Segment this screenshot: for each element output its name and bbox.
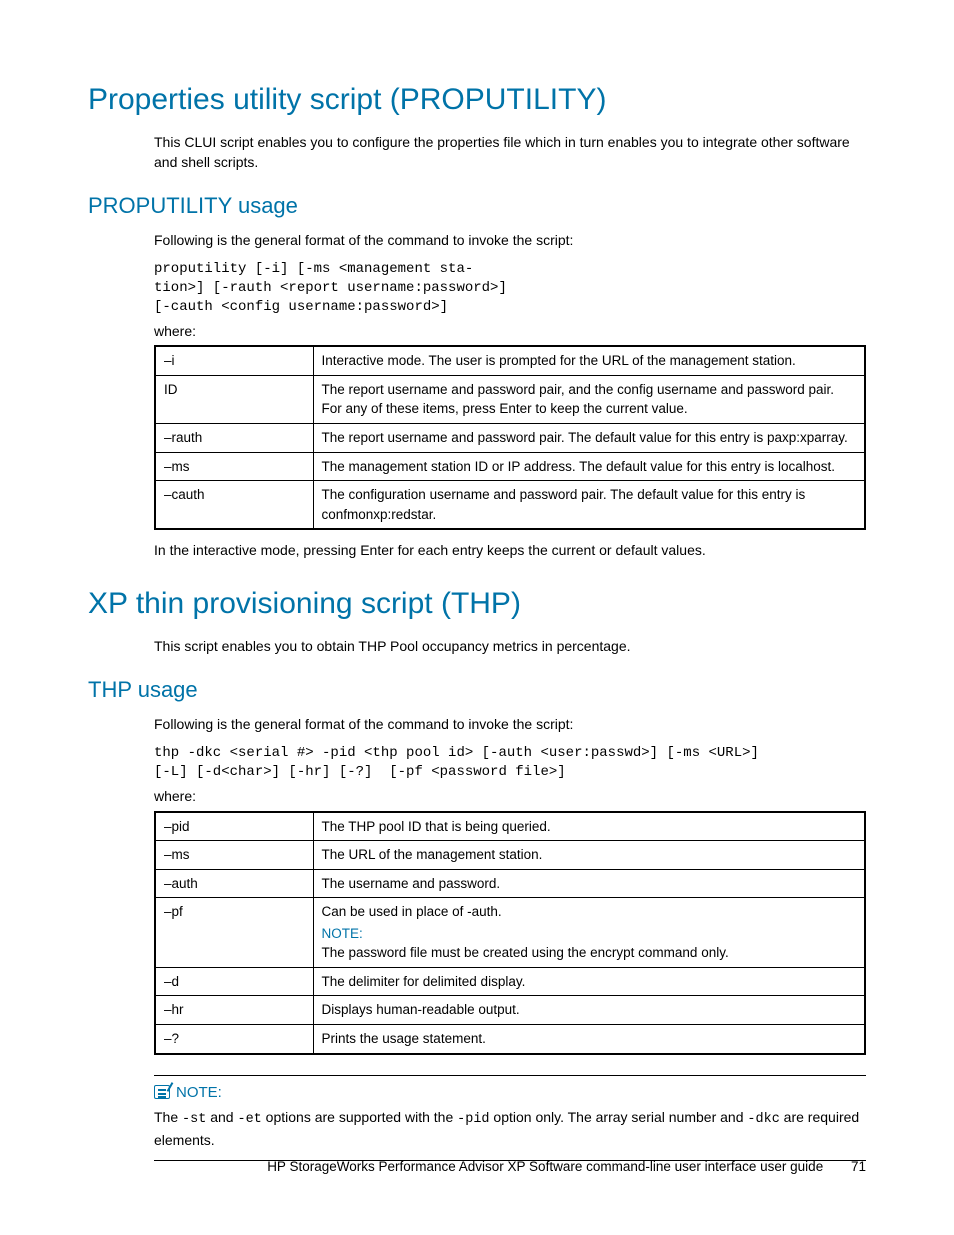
table-row: –pidThe THP pool ID that is being querie…	[155, 812, 865, 841]
section-heading-thp: XP thin provisioning script (THP)	[88, 582, 866, 626]
note-body: The -st and -et options are supported wi…	[154, 1107, 866, 1150]
table-row: –msThe management station ID or IP addre…	[155, 452, 865, 481]
page-number: 71	[851, 1159, 866, 1174]
inline-note-head: NOTE:	[322, 924, 857, 944]
thp-code-block: thp -dkc <serial #> -pid <thp pool id> […	[154, 744, 866, 782]
code-et: -et	[237, 1112, 261, 1127]
page-footer: HP StorageWorks Performance Advisor XP S…	[267, 1157, 866, 1177]
table-row: –authThe username and password.	[155, 869, 865, 898]
sub-heading-proputility-usage: PROPUTILITY usage	[88, 190, 866, 222]
proputility-code-block: proputility [-i] [-ms <management sta- t…	[154, 260, 866, 317]
proputility-usage-intro: Following is the general format of the c…	[154, 230, 866, 250]
table-row: IDThe report username and password pair,…	[155, 375, 865, 423]
proputility-after-table: In the interactive mode, pressing Enter …	[154, 540, 866, 560]
sub-heading-thp-usage: THP usage	[88, 674, 866, 706]
note-head-label: NOTE:	[176, 1082, 222, 1104]
thp-usage-intro: Following is the general format of the c…	[154, 714, 866, 734]
note-heading: NOTE:	[154, 1082, 222, 1104]
proputility-options-table: –iInteractive mode. The user is prompted…	[154, 345, 866, 530]
table-row: –pf Can be used in place of -auth. NOTE:…	[155, 898, 865, 968]
table-row: –iInteractive mode. The user is prompted…	[155, 346, 865, 375]
table-row: –dThe delimiter for delimited display.	[155, 967, 865, 996]
section-heading-proputility: Properties utility script (PROPUTILITY)	[88, 78, 866, 122]
note-icon	[154, 1085, 170, 1099]
table-row: –cauthThe configuration username and pas…	[155, 481, 865, 530]
proputility-intro: This CLUI script enables you to configur…	[154, 132, 866, 173]
table-row: –hrDisplays human-readable output.	[155, 996, 865, 1025]
thp-options-table: –pidThe THP pool ID that is being querie…	[154, 811, 866, 1055]
footer-text: HP StorageWorks Performance Advisor XP S…	[267, 1159, 823, 1174]
code-dkc: -dkc	[747, 1112, 779, 1127]
table-row: –rauthThe report username and password p…	[155, 423, 865, 452]
code-st: -st	[182, 1112, 206, 1127]
table-row: –?Prints the usage statement.	[155, 1025, 865, 1054]
where-label: where:	[154, 786, 866, 806]
note-block: NOTE: The -st and -et options are suppor…	[154, 1075, 866, 1162]
thp-intro: This script enables you to obtain THP Po…	[154, 636, 866, 656]
pf-desc-pre: Can be used in place of -auth.	[322, 904, 502, 919]
table-row: –msThe URL of the management station.	[155, 841, 865, 870]
where-label: where:	[154, 321, 866, 341]
pf-desc-post: The password file must be created using …	[322, 945, 729, 960]
code-pid: -pid	[457, 1112, 489, 1127]
